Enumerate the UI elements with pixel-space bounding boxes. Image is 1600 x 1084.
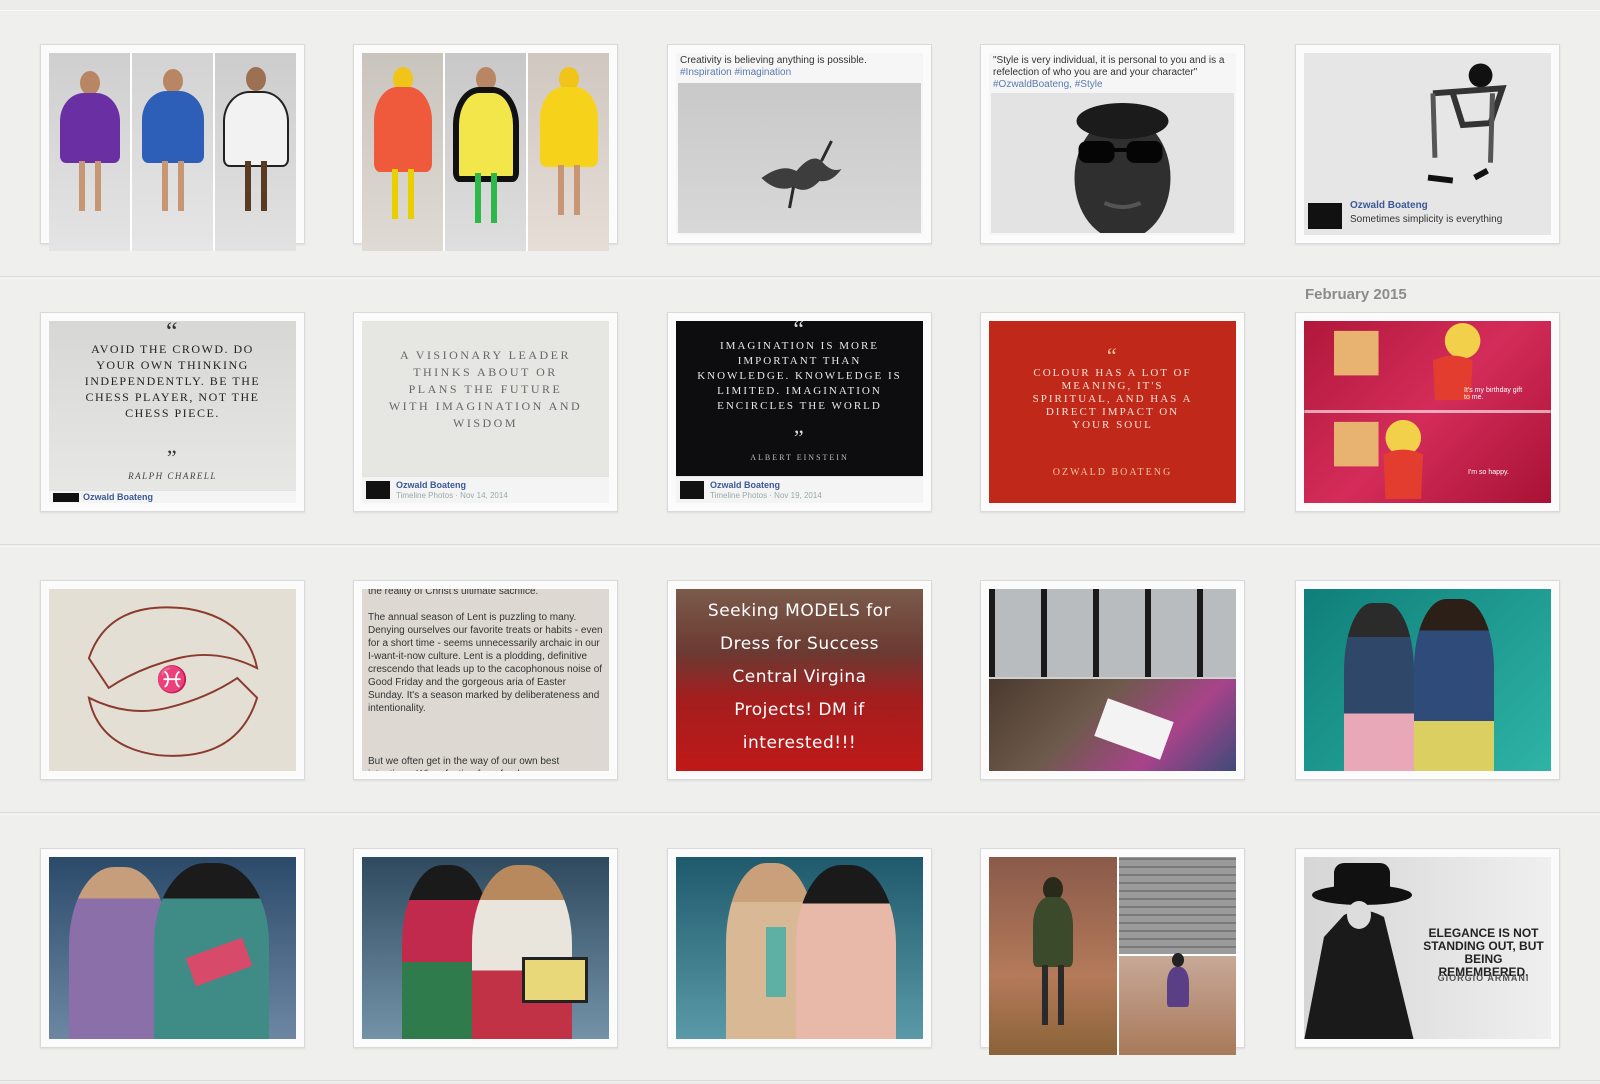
post-meta: Timeline Photos · Nov 19, 2014 — [710, 491, 822, 500]
quote-attribution: Ozwald Boateng — [1052, 467, 1173, 478]
photo-tile-cartoon[interactable]: It's my birthday gift to me. I'm so happ… — [1295, 312, 1560, 512]
post-text: Sometimes simplicity is everything — [1350, 214, 1503, 225]
speech-bubble-2: I'm so happy. — [1468, 469, 1509, 476]
close-quote-mark: ” — [166, 445, 179, 470]
quote-body: Elegance is not standing out, but being … — [1423, 926, 1544, 979]
quote-body: Colour has a lot of meaning, it's spirit… — [1032, 367, 1193, 431]
article-paragraph-1: The annual season of Lent is puzzling to… — [368, 612, 603, 714]
page-author-name[interactable]: Ozwald Boateng — [83, 492, 153, 502]
models-trench-photo-1 — [49, 857, 296, 1039]
close-quote-mark: ” — [793, 425, 806, 450]
floating-figure-graphic — [761, 140, 842, 209]
quote-body: Avoid the crowd. Do your own thinking in… — [84, 342, 261, 420]
photo-tile-runway-1[interactable] — [40, 44, 305, 251]
photo-tile-trench-2[interactable] — [353, 848, 618, 1048]
post-meta: Timeline Photos · Nov 14, 2014 — [396, 491, 508, 500]
page-author-name[interactable]: Ozwald Boateng — [710, 480, 780, 490]
photo-tile-models-teal[interactable] — [1295, 580, 1560, 780]
page-avatar[interactable] — [53, 493, 79, 502]
models-trench-photo-2 — [362, 857, 609, 1039]
hat-figure-illustration — [1304, 863, 1414, 1039]
month-divider-label: February 2015 — [1305, 286, 1407, 303]
runway-collage-image — [362, 53, 609, 251]
svg-text:♓: ♓ — [156, 664, 188, 694]
quote-attribution: Ralph Charell — [128, 471, 217, 481]
portrait-sunglasses-graphic — [1074, 103, 1171, 235]
portrait-sunglasses-photo — [991, 93, 1234, 235]
page-avatar[interactable] — [1308, 203, 1342, 229]
runway-collage-image — [49, 53, 296, 251]
flyer-line-2: Dress for Success — [720, 634, 879, 654]
page-author-name[interactable]: Ozwald Boateng — [1350, 200, 1428, 211]
post-tile-creativity[interactable]: Creativity is believing anything is poss… — [667, 44, 932, 244]
article-line-0: the reality of Christ's ultimate sacrifi… — [368, 589, 539, 597]
photo-tile-runway-2[interactable] — [353, 44, 618, 251]
post-footer: Ozwald Boateng Timeline Photos · Nov 19,… — [676, 476, 923, 503]
models-teal-photo — [1304, 589, 1551, 771]
post-hashtags[interactable]: #OzwaldBoateng, #Style — [993, 79, 1232, 91]
quote-body: Imagination is more important than knowl… — [697, 340, 902, 412]
floating-figure-photo — [678, 83, 921, 233]
post-tile-style-quote[interactable]: "Style is very individual, it is persona… — [980, 44, 1245, 244]
photo-tile-dance-collage[interactable] — [980, 848, 1245, 1055]
cartoon-illustration — [1304, 322, 1551, 500]
post-footer: Ozwald Boateng Timeline Photos · Nov 14,… — [362, 476, 609, 503]
quote-tile-colour[interactable]: “ Colour has a lot of meaning, it's spir… — [980, 312, 1245, 512]
photo-tile-workspace[interactable] — [980, 580, 1245, 780]
photo-tile-trench-1[interactable] — [40, 848, 305, 1048]
post-caption: "Style is very individual, it is persona… — [993, 55, 1225, 78]
quote-body: A visionary leader thinks about or plans… — [388, 348, 583, 430]
workspace-collage-image — [989, 589, 1236, 771]
quote-tile-crowd[interactable]: “ Avoid the crowd. Do your own thinking … — [40, 312, 305, 512]
post-tile-seeking-models[interactable]: Seeking MODELS for Dress for Success Cen… — [667, 580, 932, 780]
photo-tile-trench-3[interactable] — [667, 848, 932, 1048]
post-tile-simplicity[interactable]: Ozwald Boateng Sometimes simplicity is e… — [1295, 44, 1560, 244]
post-caption: Creativity is believing anything is poss… — [680, 55, 867, 66]
quote-tile-imagination[interactable]: “ Imagination is more important than kno… — [667, 312, 932, 512]
post-hashtags[interactable]: #Inspiration #imagination — [680, 67, 919, 79]
page-author-name[interactable]: Ozwald Boateng — [396, 480, 466, 490]
quote-tile-visionary[interactable]: A visionary leader thinks about or plans… — [353, 312, 618, 512]
speech-bubble-1: It's my birthday gift to me. — [1464, 387, 1523, 401]
minimal-figure-illustration — [1427, 63, 1507, 184]
dance-collage-image — [989, 857, 1236, 1055]
post-footer: Ozwald Boateng — [49, 490, 296, 503]
photo-tile-pisces[interactable]: ♓ — [40, 580, 305, 780]
flyer-line-4: Projects! DM if — [734, 700, 865, 720]
models-trench-photo-3 — [676, 857, 923, 1039]
quote-tile-elegance[interactable]: Elegance is not standing out, but being … — [1295, 848, 1560, 1048]
page-avatar[interactable] — [680, 481, 704, 499]
open-quote-mark: “ — [1106, 343, 1119, 368]
flyer-line-3: Central Virgina — [732, 667, 867, 687]
post-tile-lent-article[interactable]: the reality of Christ's ultimate sacrifi… — [353, 580, 618, 780]
quote-attribution: Giorgio Armani — [1437, 973, 1530, 983]
flyer-line-1: Seeking MODELS for — [707, 601, 892, 621]
article-paragraph-2: But we often get in the way of our own b… — [368, 756, 560, 771]
page-avatar[interactable] — [366, 481, 390, 499]
quote-attribution: Albert Einstein — [750, 453, 849, 462]
pisces-fish-illustration: ♓ — [87, 606, 259, 757]
flyer-line-5: interested!!! — [742, 733, 857, 753]
